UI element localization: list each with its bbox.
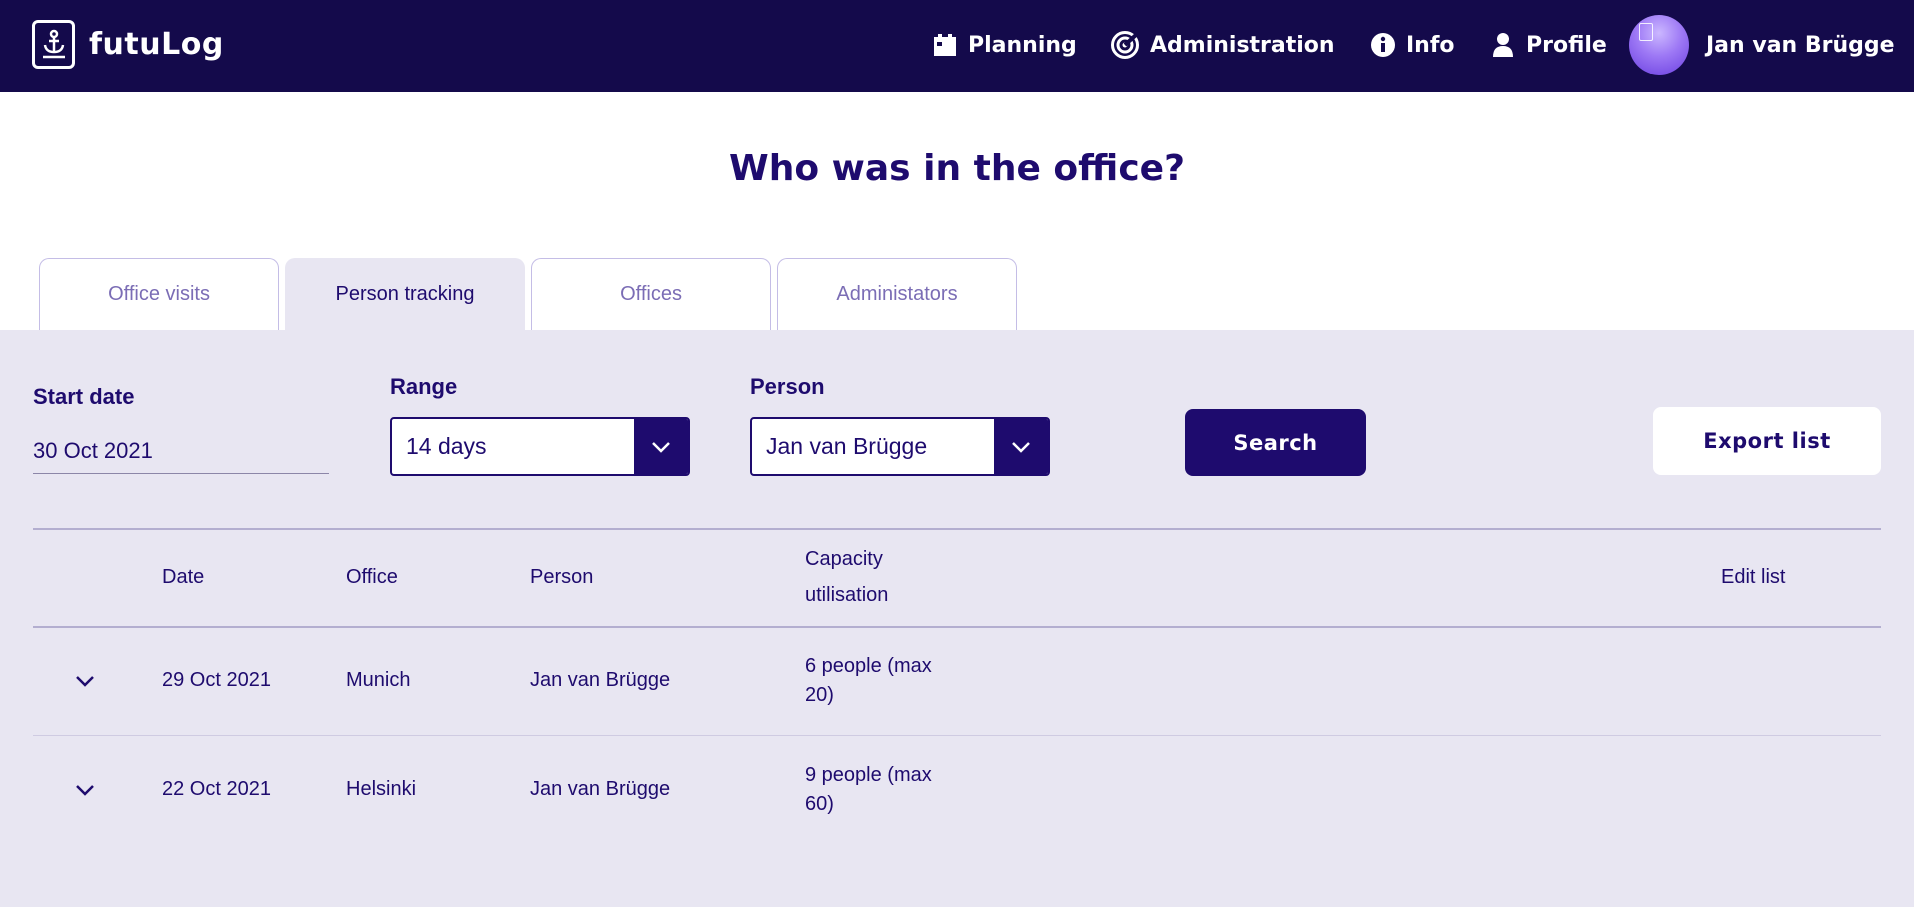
user-avatar[interactable] xyxy=(1629,15,1689,75)
export-list-button[interactable]: Export list xyxy=(1653,407,1881,475)
chevron-down-icon[interactable] xyxy=(994,419,1048,474)
row-person: Jan van Brügge xyxy=(530,778,671,800)
row-person: Jan van Brügge xyxy=(530,669,671,691)
row-date: 29 Oct 2021 xyxy=(162,669,271,691)
calendar-icon xyxy=(934,34,956,56)
person-select[interactable]: Jan van Brügge xyxy=(750,417,1050,476)
row-office: Helsinki xyxy=(346,778,417,800)
column-header-person: Person xyxy=(530,566,594,588)
column-header-capacity: Capacity xyxy=(805,548,883,570)
tab-person-tracking[interactable]: Person tracking xyxy=(285,258,525,330)
user-icon xyxy=(1493,33,1513,57)
chevron-down-icon[interactable] xyxy=(634,419,688,474)
user-name: Jan van Brügge xyxy=(1706,32,1895,58)
expand-row-chevron-icon[interactable] xyxy=(70,666,100,696)
row-office: Munich xyxy=(346,669,411,691)
row-capacity: 6 people (max xyxy=(805,655,932,677)
search-button[interactable]: Search xyxy=(1185,409,1366,476)
start-date-input[interactable]: 30 Oct 2021 xyxy=(33,434,329,474)
row-date: 22 Oct 2021 xyxy=(162,778,271,800)
nav-info-label: Info xyxy=(1406,32,1455,58)
tab-administrators[interactable]: Administators xyxy=(777,258,1017,330)
app-logo[interactable]: futuLog xyxy=(32,20,224,69)
row-capacity: 9 people (max xyxy=(805,764,932,786)
tab-office-visits[interactable]: Office visits xyxy=(39,258,279,330)
info-icon xyxy=(1371,33,1395,57)
target-icon xyxy=(1111,31,1139,59)
column-header-office: Office xyxy=(346,566,398,588)
row-capacity-line2: 20) xyxy=(805,684,834,706)
range-select[interactable]: 14 days xyxy=(390,417,690,476)
nav-administration[interactable]: Administration xyxy=(1110,27,1335,63)
nav-profile[interactable]: Profile xyxy=(1490,27,1607,63)
row-capacity-line2: 60) xyxy=(805,793,834,815)
range-select-value: 14 days xyxy=(406,433,487,459)
nav-administration-label: Administration xyxy=(1150,32,1335,58)
anchor-logo-icon xyxy=(32,20,75,69)
start-date-label: Start date xyxy=(33,384,135,409)
nav-profile-label: Profile xyxy=(1526,32,1607,58)
table-top-divider xyxy=(33,528,1881,530)
app-name: futuLog xyxy=(89,27,224,62)
range-label: Range xyxy=(390,374,458,399)
page-title: Who was in the office? xyxy=(729,148,1185,189)
row-divider xyxy=(33,735,1881,736)
person-label: Person xyxy=(750,374,825,399)
column-header-capacity-line2: utilisation xyxy=(805,584,889,606)
broken-image-icon xyxy=(1639,23,1653,41)
nav-planning[interactable]: Planning xyxy=(932,27,1077,63)
nav-planning-label: Planning xyxy=(968,32,1077,58)
nav-info[interactable]: Info xyxy=(1370,27,1455,63)
tab-offices[interactable]: Offices xyxy=(531,258,771,330)
person-select-value: Jan van Brügge xyxy=(766,433,928,459)
expand-row-chevron-icon[interactable] xyxy=(70,775,100,805)
top-navigation-bar: futuLog Planning Administration Info Pro… xyxy=(0,0,1914,92)
column-header-edit-list: Edit list xyxy=(1721,566,1786,588)
column-header-date: Date xyxy=(162,566,205,588)
table-header-divider xyxy=(33,626,1881,628)
